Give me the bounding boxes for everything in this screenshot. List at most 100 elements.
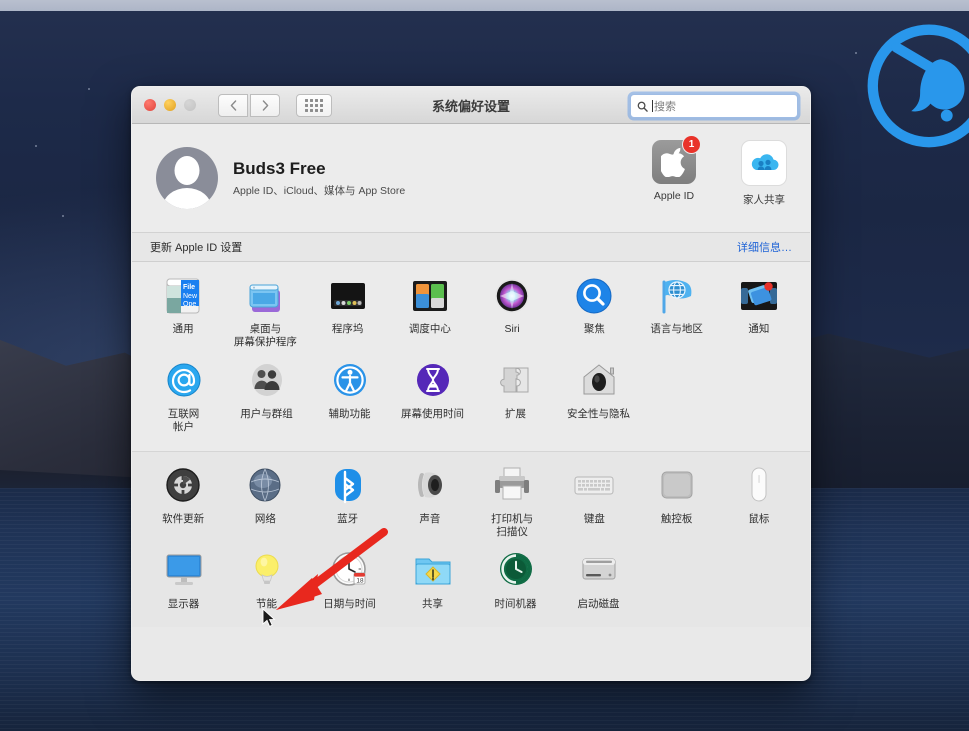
pref-item-displays[interactable]: 显示器 [142,549,225,621]
pref-item-security-privacy[interactable]: 安全性与隐私 [557,359,640,444]
pref-item-printers-scanners[interactable]: 打印机与 扫描仪 [471,464,553,549]
pref-label: 节能 [256,597,277,610]
account-shortcuts: 1 Apple ID 家人共享 [642,135,796,207]
svg-text:Ope: Ope [183,301,196,308]
language-region-flag-icon [655,274,699,318]
extensions-puzzle-icon [494,359,538,403]
pref-label: 软件更新 [162,512,205,525]
pref-label: 通用 [172,323,194,335]
pref-label: 鼠标 [748,512,770,525]
pref-item-network[interactable]: 网络 [224,464,306,549]
apple-id-account-row[interactable]: Buds3 Free Apple ID、iCloud、媒体与 App Store… [132,124,810,232]
pref-item-keyboard[interactable]: 键盘 [553,464,635,549]
minimize-button[interactable] [164,99,176,111]
pref-item-software-update[interactable]: 软件更新 [142,464,224,549]
preferences-row: 显示器 节能 18 日期与时间 共享 时间机器 启动磁盘 [142,549,800,621]
energy-saver-bulb-icon [245,549,289,593]
pref-label: 启动磁盘 [577,597,620,610]
pref-item-energy-saver[interactable]: 节能 [225,549,308,621]
pref-item-notifications[interactable]: 通知 [718,274,800,359]
pref-label: 屏幕使用时间 [401,408,464,421]
software-update-gear-icon [161,464,205,508]
general-window-icon: File New Ope [161,274,205,318]
svg-text:File: File [183,284,195,291]
forward-button[interactable] [250,93,280,117]
time-machine-icon [494,549,538,593]
security-privacy-house-icon [577,359,621,403]
account-subtitle: Apple ID、iCloud、媒体与 App Store [233,184,406,197]
search-field[interactable]: 搜索 [630,94,798,118]
chevron-left-icon [230,99,236,111]
pref-label: 聚焦 [583,323,605,335]
pref-item-accessibility[interactable]: 辅助功能 [308,359,391,444]
pref-item-sharing[interactable]: 共享 [391,549,474,621]
pref-label: 辅助功能 [328,408,371,421]
pref-label: 日期与时间 [323,597,376,610]
pref-item-time-machine[interactable]: 时间机器 [474,549,557,621]
pref-item-users-groups[interactable]: 用户与群组 [225,359,308,444]
pref-item-dock[interactable]: 程序坞 [307,274,389,359]
pref-item-sound[interactable]: 声音 [389,464,471,549]
pref-item-date-time[interactable]: 18 日期与时间 [308,549,391,621]
pref-item-internet-accounts[interactable]: 互联网 帐户 [142,359,225,444]
pref-item-language-region[interactable]: 语言与地区 [636,274,718,359]
pref-label: 互联网 帐户 [167,408,200,434]
pref-item-bluetooth[interactable]: 蓝牙 [307,464,389,549]
accessibility-icon [328,359,372,403]
apple-id-label: Apple ID [653,190,695,202]
notification-badge: 1 [682,135,701,154]
apple-id-tile[interactable]: 1 [652,135,701,184]
family-sharing-label: 家人共享 [743,194,785,206]
star [88,88,90,90]
screen-time-hourglass-icon [411,359,455,403]
pref-item-apple-id[interactable]: 1 Apple ID [642,135,706,207]
blue-circular-logo-icon [867,24,969,148]
svg-text:18: 18 [356,577,364,584]
pref-label: 安全性与隐私 [567,408,630,421]
pref-label: 时间机器 [494,597,537,610]
siri-icon [490,274,534,318]
dock-icon [326,274,370,318]
menu-bar [0,0,969,11]
window-controls[interactable] [144,99,196,111]
navigation-buttons[interactable] [218,93,280,117]
banner-details-link[interactable]: 详细信息… [737,239,792,255]
system-preferences-window[interactable]: 系统偏好设置 搜索 Buds3 Free Apple ID、iCloud、媒体与… [131,86,811,681]
pref-label: 触控板 [660,512,693,525]
network-globe-icon [243,464,287,508]
pref-item-family-sharing[interactable]: 家人共享 [732,140,796,207]
pref-item-extensions[interactable]: 扩展 [474,359,557,444]
family-sharing-tile[interactable] [741,140,787,186]
pref-item-mission-control[interactable]: 调度中心 [389,274,471,359]
search-icon [637,101,648,112]
mission-control-icon [408,274,452,318]
sharing-folder-icon [411,549,455,593]
pref-item-siri[interactable]: Siri [471,274,553,359]
keyboard-icon [572,464,616,508]
pref-label: 网络 [254,512,276,525]
startup-disk-icon [577,549,621,593]
close-button[interactable] [144,99,156,111]
star [35,145,37,147]
search-placeholder: 搜索 [654,101,676,113]
bluetooth-icon [326,464,370,508]
pref-label: 语言与地区 [650,323,703,335]
preferences-row: 软件更新 网络 蓝牙 声音 打印机与 扫描仪 键盘 触控板 鼠标 [142,464,800,549]
pref-item-spotlight[interactable]: 聚焦 [553,274,635,359]
show-all-button[interactable] [296,93,332,117]
pref-item-startup-disk[interactable]: 启动磁盘 [557,549,640,621]
avatar-body [163,188,211,209]
chevron-right-icon [262,99,268,111]
pref-item-screen-time[interactable]: 屏幕使用时间 [391,359,474,444]
avatar [156,147,218,209]
internet-accounts-at-icon [162,359,206,403]
pref-label: 桌面与 屏幕保护程序 [233,323,297,349]
pref-label: Siri [504,323,520,335]
pref-item-desktop-screensaver[interactable]: 桌面与 屏幕保护程序 [224,274,306,359]
pref-item-general[interactable]: File New Ope 通用 [142,274,224,359]
back-button[interactable] [218,93,248,117]
pref-item-mouse[interactable]: 鼠标 [718,464,800,549]
pref-item-trackpad[interactable]: 触控板 [636,464,718,549]
apple-id-update-banner[interactable]: 更新 Apple ID 设置 详细信息… [132,232,810,262]
pref-label: 键盘 [583,512,605,525]
